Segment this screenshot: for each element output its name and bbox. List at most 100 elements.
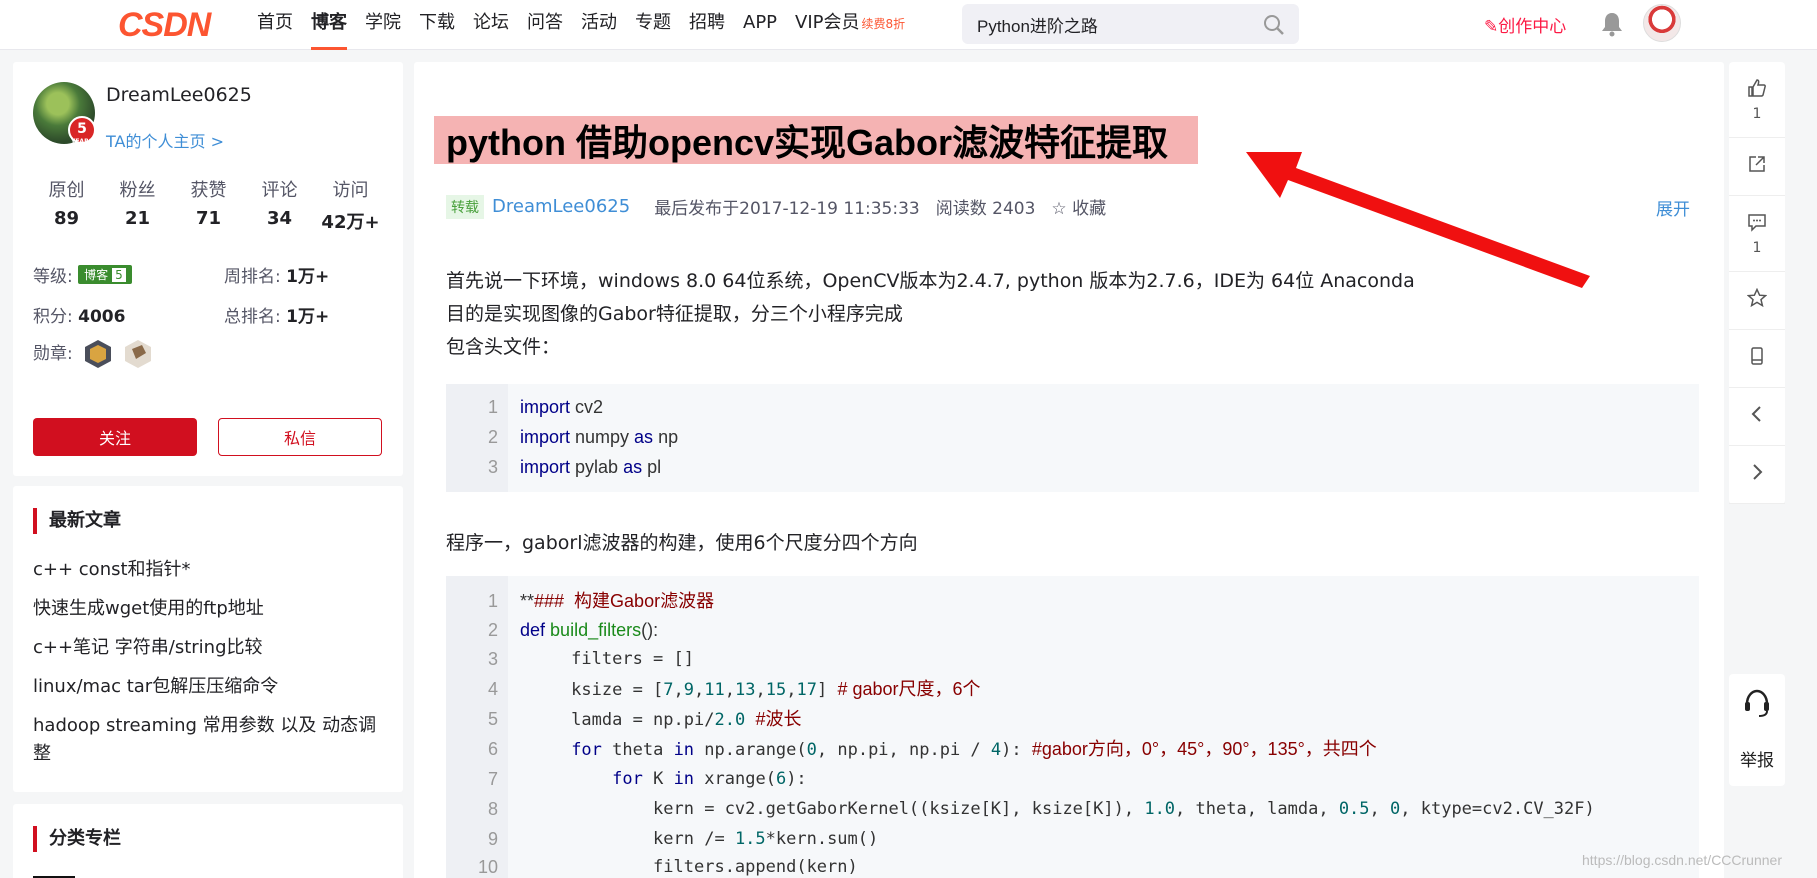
- stat-value: 89: [53, 208, 80, 229]
- watermark: https://blog.csdn.net/CCCrunner: [1582, 852, 1782, 868]
- recent-article-link[interactable]: linux/mac tar包解压压缩命令: [33, 673, 388, 701]
- paragraph-goal: 目的是实现图像的Gabor特征提取，分三个小程序完成: [446, 303, 903, 325]
- code-line: 5 lamda = np.pi/2.0 #波长: [487, 709, 802, 730]
- thumbs-up-icon: [1748, 79, 1766, 97]
- previous-article-button[interactable]: [1729, 388, 1785, 446]
- total-rank-value: 1万+: [286, 307, 330, 327]
- stat-value: 34: [266, 208, 293, 229]
- nav-item-qa[interactable]: 问答: [518, 0, 572, 50]
- category-title: 分类专栏: [33, 826, 121, 852]
- stat-label: 评论: [261, 180, 298, 201]
- paragraph-headers: 包含头文件：: [446, 336, 561, 358]
- code-line: 2 import numpy as np: [487, 427, 679, 447]
- stat-comments[interactable]: 评论 34: [244, 176, 315, 234]
- comment-button[interactable]: 1: [1729, 196, 1785, 272]
- stat-likes[interactable]: 获赞 71: [173, 176, 244, 234]
- recent-article-link[interactable]: hadoop streaming 常用参数 以及 动态调整: [33, 712, 388, 768]
- top-navbar: CSDN 首页 博客 学院 下载 论坛 问答 活动 专题 招聘 APP VIP会…: [0, 0, 1817, 50]
- stat-label: 粉丝: [119, 180, 156, 201]
- favorite-link[interactable]: ☆ 收藏: [1051, 194, 1106, 219]
- search-icon[interactable]: [1263, 14, 1285, 36]
- code-line: 1 import cv2: [487, 397, 604, 417]
- paragraph-program-one: 程序一，gaborl滤波器的构建，使用6个尺度分四个方向: [446, 532, 918, 554]
- medals-row: 勋章:: [33, 339, 152, 369]
- author-name[interactable]: DreamLee0625: [106, 84, 252, 106]
- nav-item-academy[interactable]: 学院: [356, 0, 410, 50]
- like-button[interactable]: 1: [1729, 62, 1785, 138]
- total-rank-row: 总排名: 1万+: [224, 302, 329, 327]
- create-center-link[interactable]: ✎创作中心: [1484, 12, 1566, 37]
- chevron-right-icon: [1753, 464, 1763, 480]
- stat-label: 原创: [48, 180, 85, 201]
- repost-tag: 转载: [446, 194, 484, 219]
- read-count: 阅读数 2403: [935, 199, 1036, 219]
- support-widget: 举报: [1729, 674, 1785, 786]
- user-avatar[interactable]: [1643, 4, 1681, 42]
- category-card: 分类专栏: [13, 804, 403, 878]
- nav-item-topics[interactable]: 专题: [626, 0, 680, 50]
- author-homepage-link[interactable]: TA的个人主页 >: [106, 128, 224, 152]
- level-label: 等级:: [33, 267, 73, 287]
- stat-value: 71: [195, 208, 222, 229]
- points-label: 积分:: [33, 307, 73, 327]
- code-block-gabor: 1 **### 构建Gabor滤波器 2 def build_filters(): …: [446, 576, 1699, 878]
- vip-label: VIP会员: [795, 12, 860, 33]
- stat-fans[interactable]: 粉丝 21: [102, 176, 173, 234]
- comment-count: 1: [1752, 240, 1762, 256]
- next-article-button[interactable]: [1729, 446, 1785, 504]
- pen-icon: ✎: [1484, 17, 1499, 37]
- points-row: 积分: 4006: [33, 302, 125, 327]
- nav-item-app[interactable]: APP: [734, 0, 786, 50]
- recent-article-link[interactable]: c++ const和指针*: [33, 556, 388, 584]
- stat-value: 42万+: [321, 212, 380, 233]
- stat-visits[interactable]: 访问 42万+: [315, 176, 386, 234]
- week-rank-row: 周排名: 1万+: [224, 262, 329, 287]
- article-title: python 借助opencv实现Gabor滤波特征提取: [446, 122, 1169, 163]
- main-nav: 首页 博客 学院 下载 论坛 问答 活动 专题 招聘 APP VIP会员 续费8折: [248, 0, 914, 50]
- recent-articles-card: 最新文章 c++ const和指针* 快速生成wget使用的ftp地址 c++笔…: [13, 486, 403, 792]
- stat-label: 访问: [332, 180, 369, 201]
- recent-articles-list: c++ const和指针* 快速生成wget使用的ftp地址 c++笔记 字符串…: [33, 556, 388, 779]
- code-line: 3 import pylab as pl: [487, 457, 662, 477]
- nav-item-blog[interactable]: 博客: [302, 0, 356, 50]
- search-input[interactable]: [977, 4, 1247, 44]
- mobile-view-button[interactable]: [1729, 330, 1785, 388]
- red-annotation-arrow-icon: [1246, 152, 1590, 288]
- headset-icon[interactable]: [1743, 688, 1771, 718]
- follow-button[interactable]: 关注: [33, 418, 197, 456]
- stat-value: 21: [124, 208, 151, 229]
- expand-link[interactable]: 展开: [1656, 195, 1690, 220]
- years-badge: 5 YEARS: [68, 116, 96, 145]
- article-author-link[interactable]: DreamLee0625: [492, 196, 630, 217]
- stat-original[interactable]: 原创 89: [31, 176, 102, 234]
- years-label: YEARS: [70, 138, 94, 145]
- code-line: 7 for K in xrange(6):: [487, 769, 807, 789]
- persistence-medal-icon[interactable]: [84, 339, 112, 369]
- code-line: 10 filters.append(kern): [477, 857, 858, 877]
- bell-icon[interactable]: [1600, 11, 1624, 37]
- report-button[interactable]: 举报: [1729, 746, 1785, 771]
- code-line: 8 kern = cv2.getGaborKernel((ksize[K], k…: [487, 799, 1595, 819]
- box-medal-icon[interactable]: [124, 339, 152, 369]
- author-profile-card: 5 YEARS DreamLee0625 TA的个人主页 > 原创 89 粉丝 21 …: [13, 62, 403, 476]
- nav-item-jobs[interactable]: 招聘: [680, 0, 734, 50]
- author-stats: 原创 89 粉丝 21 获赞 71 评论 34 访问 42万+: [31, 176, 386, 234]
- stat-label: 获赞: [190, 180, 227, 201]
- recent-article-link[interactable]: c++笔记 字符串/string比较: [33, 634, 388, 662]
- message-button[interactable]: 私信: [218, 418, 382, 456]
- article-meta: 转载 DreamLee0625 最后发布于2017-12-19 11:35:33…: [446, 194, 1122, 219]
- nav-item-vip[interactable]: VIP会员 续费8折: [786, 0, 914, 50]
- nav-item-home[interactable]: 首页: [248, 0, 302, 50]
- nav-item-events[interactable]: 活动: [572, 0, 626, 50]
- nav-item-download[interactable]: 下载: [410, 0, 464, 50]
- code-line: 4 ksize = [7,9,11,13,15,17] # gabor尺度，6个: [487, 679, 981, 700]
- csdn-logo[interactable]: CSDN: [118, 6, 211, 45]
- code-line: 2 def build_filters():: [487, 620, 659, 640]
- favorite-button[interactable]: [1729, 272, 1785, 330]
- code-line: 6 for theta in np.arange(0, np.pi, np.pi…: [487, 739, 1377, 760]
- level-badge-text: 博客: [84, 268, 109, 282]
- share-button[interactable]: [1729, 138, 1785, 196]
- recent-article-link[interactable]: 快速生成wget使用的ftp地址: [33, 595, 388, 623]
- years-number: 5: [77, 121, 87, 137]
- nav-item-forum[interactable]: 论坛: [464, 0, 518, 50]
